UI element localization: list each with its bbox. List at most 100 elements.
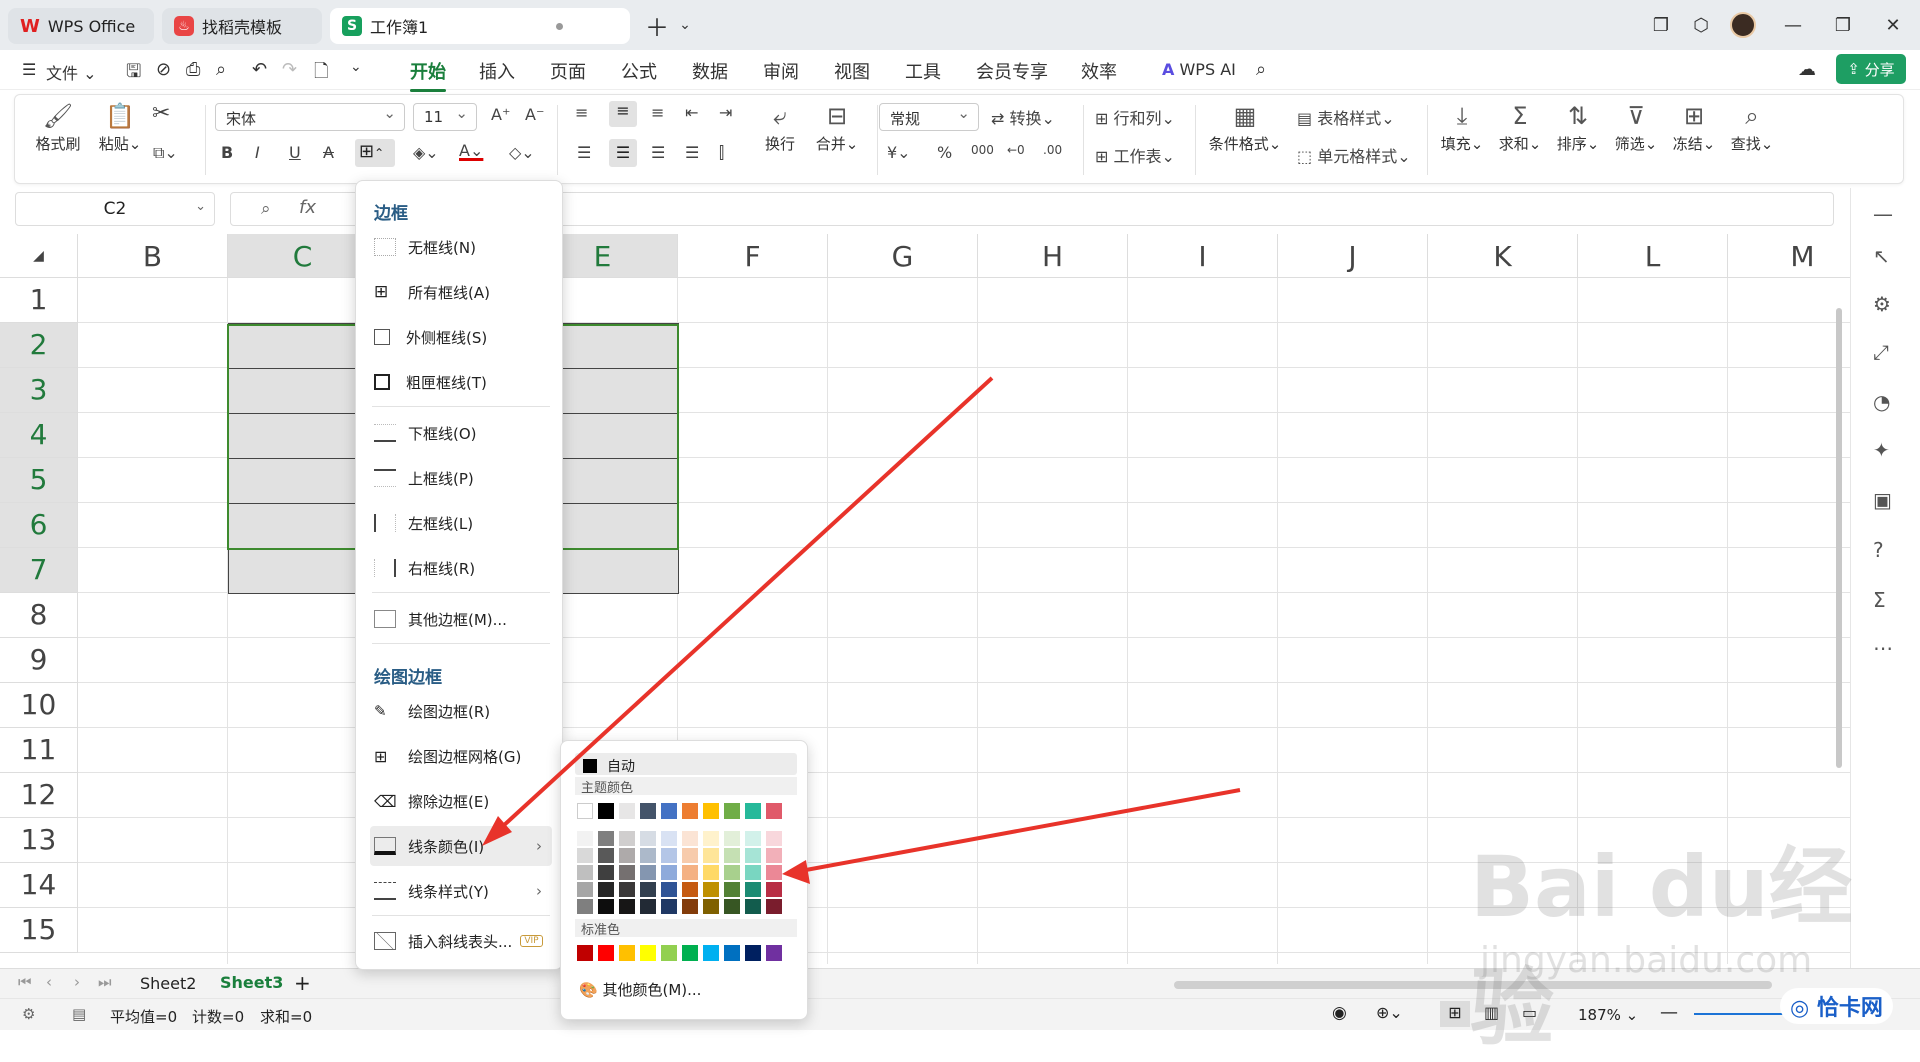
theme-color-swatch[interactable] xyxy=(724,803,740,819)
theme-color-swatch[interactable] xyxy=(661,803,677,819)
theme-shade-swatch[interactable] xyxy=(619,865,635,880)
tab-workbook[interactable]: S 工作簿1 xyxy=(330,8,630,44)
link-icon[interactable]: ⊘ xyxy=(156,59,171,80)
theme-shade-swatch[interactable] xyxy=(640,882,656,897)
chevron-down-icon[interactable]: ⌄ xyxy=(668,10,702,40)
minimize-icon[interactable]: — xyxy=(1776,10,1810,40)
menu-more-borders[interactable]: 其他边框(M)... xyxy=(370,599,552,639)
search-icon[interactable]: ⌕ xyxy=(1256,59,1266,80)
find-button[interactable]: ⌕ 查找⌄ xyxy=(1729,101,1775,154)
row-header-3[interactable]: 3 xyxy=(0,368,78,413)
theme-shade-swatch[interactable] xyxy=(745,899,761,914)
menu-thick-box-border[interactable]: 粗匣框线(T) xyxy=(370,362,552,402)
menu-erase-border[interactable]: ⌫ 擦除边框(E) xyxy=(370,781,552,821)
theme-shade-swatch[interactable] xyxy=(598,865,614,880)
standard-color-swatch[interactable] xyxy=(619,945,635,961)
theme-shade-swatch[interactable] xyxy=(577,865,593,880)
theme-shade-swatch[interactable] xyxy=(703,848,719,863)
collapse-icon[interactable]: — xyxy=(1873,202,1893,226)
row-header-8[interactable]: 8 xyxy=(0,593,78,638)
zoom-level[interactable]: 187% ⌄ xyxy=(1578,1006,1638,1024)
select-all-corner[interactable]: ◢ xyxy=(0,234,78,278)
clear-format-icon[interactable]: ◇⌄ xyxy=(509,143,535,162)
align-top-icon[interactable]: ≡ xyxy=(575,103,588,122)
redo-icon[interactable]: ↷ xyxy=(282,59,297,80)
normal-view-icon[interactable]: ⊞ xyxy=(1440,1001,1470,1027)
menu-line-style[interactable]: 线条样式(Y) › xyxy=(370,871,552,911)
menu-file[interactable]: 文件 ⌄ xyxy=(46,60,97,84)
theme-color-swatch[interactable] xyxy=(745,803,761,819)
column-header-i[interactable]: I xyxy=(1128,234,1278,278)
theme-shade-swatch[interactable] xyxy=(766,899,782,914)
theme-shade-swatch[interactable] xyxy=(724,899,740,914)
sum-button[interactable]: Σ 求和⌄ xyxy=(1497,101,1543,154)
sheet-tab-sheet3[interactable]: Sheet3 xyxy=(220,973,283,992)
column-header-m[interactable]: M xyxy=(1728,234,1850,278)
theme-shade-swatch[interactable] xyxy=(745,865,761,880)
theme-color-swatch[interactable] xyxy=(640,803,656,819)
layout-icon[interactable]: ⊕⌄ xyxy=(1376,1003,1403,1022)
formula-sigma-icon[interactable]: Σ xyxy=(1873,588,1886,612)
fill-button[interactable]: ⤓ 填充⌄ xyxy=(1439,101,1485,154)
row-header-9[interactable]: 9 xyxy=(0,638,78,683)
align-middle-icon[interactable]: ≡ xyxy=(609,101,637,127)
theme-shade-swatch[interactable] xyxy=(703,831,719,846)
menu-draw-border-grid[interactable]: ⊞ 绘图边框网格(G) xyxy=(370,736,552,776)
decrease-font-icon[interactable]: A⁻ xyxy=(525,105,544,124)
share-button[interactable]: ⇪ 分享 xyxy=(1836,54,1906,84)
convert-button[interactable]: ⇄ 转换⌄ xyxy=(991,105,1055,129)
align-center-icon[interactable]: ☰ xyxy=(609,139,637,167)
theme-shade-swatch[interactable] xyxy=(766,882,782,897)
percent-icon[interactable]: % xyxy=(937,143,952,162)
theme-shade-swatch[interactable] xyxy=(640,848,656,863)
menu-data[interactable]: 数据 xyxy=(692,58,728,84)
rows-cols-button[interactable]: ⊞ 行和列⌄ xyxy=(1095,105,1175,129)
page-view-icon[interactable]: ▥ xyxy=(1484,1003,1499,1022)
theme-shade-swatch[interactable] xyxy=(661,831,677,846)
theme-shade-swatch[interactable] xyxy=(724,882,740,897)
font-color-icon[interactable]: A⌄ xyxy=(459,141,483,160)
align-left-icon[interactable]: ☰ xyxy=(577,143,591,162)
wrap-text-button[interactable]: ⤶ 换行 xyxy=(757,101,803,154)
theme-shade-swatch[interactable] xyxy=(598,899,614,914)
row-header-10[interactable]: 10 xyxy=(0,683,78,728)
cut-icon[interactable]: ✂ xyxy=(152,101,170,126)
theme-shade-swatch[interactable] xyxy=(766,831,782,846)
strikethrough-icon[interactable]: A xyxy=(323,143,334,162)
theme-shade-swatch[interactable] xyxy=(598,882,614,897)
sort-button[interactable]: ⇅ 排序⌄ xyxy=(1555,101,1601,154)
row-header-13[interactable]: 13 xyxy=(0,818,78,863)
zoom-slider[interactable] xyxy=(1694,1013,1784,1015)
theme-shade-swatch[interactable] xyxy=(661,899,677,914)
theme-shade-swatch[interactable] xyxy=(724,831,740,846)
sheet-view-icon[interactable]: ▤ xyxy=(72,1005,86,1023)
theme-shade-swatch[interactable] xyxy=(577,848,593,863)
fill-color-icon[interactable]: ◈⌄ xyxy=(413,143,439,162)
format-painter-button[interactable]: 🖌 格式刷 xyxy=(33,101,83,154)
sheet-tab-sheet2[interactable]: Sheet2 xyxy=(140,974,196,993)
font-name-select[interactable]: 宋体 xyxy=(215,103,405,131)
row-header-11[interactable]: 11 xyxy=(0,728,78,773)
menu-right-border[interactable]: 右框线(R) xyxy=(370,548,552,588)
cube-icon[interactable]: ⬡ xyxy=(1684,10,1718,40)
theme-shade-swatch[interactable] xyxy=(745,831,761,846)
bold-icon[interactable]: B xyxy=(221,143,233,162)
theme-shade-swatch[interactable] xyxy=(766,848,782,863)
help-icon[interactable]: ? xyxy=(1873,538,1884,562)
theme-shade-swatch[interactable] xyxy=(682,865,698,880)
maximize-icon[interactable]: ❐ xyxy=(1826,10,1860,40)
column-header-h[interactable]: H xyxy=(978,234,1128,278)
fx-icon[interactable]: fx xyxy=(299,197,316,218)
menu-member[interactable]: 会员专享 xyxy=(976,58,1048,84)
column-header-k[interactable]: K xyxy=(1428,234,1578,278)
theme-shade-swatch[interactable] xyxy=(619,882,635,897)
theme-shade-swatch[interactable] xyxy=(577,899,593,914)
last-sheet-icon[interactable]: ⏭ xyxy=(98,973,112,991)
more-colors-option[interactable]: 🎨 其他颜色(M)... xyxy=(579,979,701,1000)
tab-templates[interactable]: ♨ 找稻壳模板 xyxy=(162,8,322,44)
theme-shade-swatch[interactable] xyxy=(619,831,635,846)
horizontal-scrollbar[interactable] xyxy=(1174,981,1772,989)
theme-shade-swatch[interactable] xyxy=(682,882,698,897)
pointer-icon[interactable]: ↖ xyxy=(1873,244,1890,268)
menu-left-border[interactable]: 左框线(L) xyxy=(370,503,552,543)
